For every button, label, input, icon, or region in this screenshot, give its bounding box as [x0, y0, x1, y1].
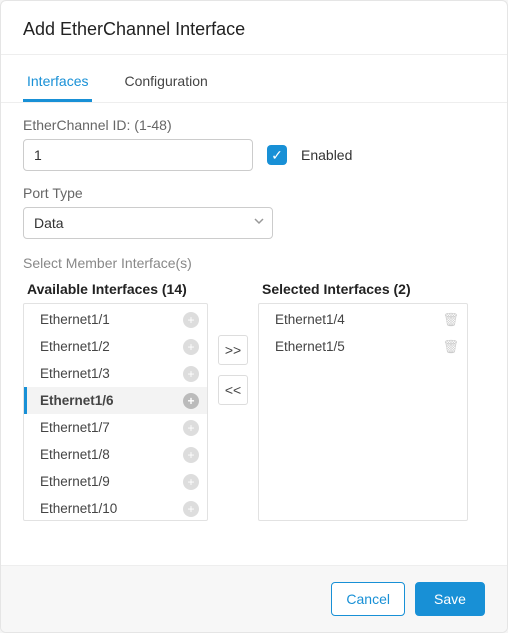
selected-title: Selected Interfaces (2)	[258, 281, 468, 297]
available-item-label: Ethernet1/1	[40, 312, 110, 327]
available-item[interactable]: Ethernet1/10 +	[24, 495, 207, 520]
dialog-title: Add EtherChannel Interface	[1, 1, 507, 55]
save-button[interactable]: Save	[415, 582, 485, 616]
select-members-label: Select Member Interface(s)	[23, 255, 485, 271]
selected-item[interactable]: Ethernet1/5 🗑	[259, 333, 467, 360]
dual-list: Available Interfaces (14) Ethernet1/1+Et…	[23, 281, 485, 521]
etherchannel-id-input[interactable]	[23, 139, 253, 171]
dialog-footer: Cancel Save	[1, 565, 507, 632]
selected-item-label: Ethernet1/4	[275, 312, 345, 327]
move-all-left-button[interactable]: <<	[218, 375, 248, 405]
selected-column: Selected Interfaces (2) Ethernet1/4🗑Ethe…	[258, 281, 468, 521]
dialog-body: EtherChannel ID: (1-48) ✓ Enabled Port T…	[1, 103, 507, 565]
available-column: Available Interfaces (14) Ethernet1/1+Et…	[23, 281, 208, 521]
available-list[interactable]: Ethernet1/1+Ethernet1/2+Ethernet1/3+Ethe…	[24, 304, 207, 520]
available-item[interactable]: Ethernet1/7 +	[24, 414, 207, 441]
add-icon[interactable]: +	[183, 447, 199, 463]
enabled-checkbox[interactable]: ✓	[267, 145, 287, 165]
selected-item[interactable]: Ethernet1/4 🗑	[259, 306, 467, 333]
available-item[interactable]: Ethernet1/8 +	[24, 441, 207, 468]
selected-list[interactable]: Ethernet1/4 🗑 Ethernet1/5 🗑	[259, 304, 467, 520]
available-item-label: Ethernet1/8	[40, 447, 110, 462]
port-type-select[interactable]: Data	[23, 207, 273, 239]
available-item-label: Ethernet1/2	[40, 339, 110, 354]
available-item[interactable]: Ethernet1/6 +	[24, 387, 207, 414]
add-icon[interactable]: +	[183, 393, 199, 409]
move-all-right-button[interactable]: >>	[218, 335, 248, 365]
available-item[interactable]: Ethernet1/1 +	[24, 306, 207, 333]
add-icon[interactable]: +	[183, 366, 199, 382]
enabled-label: Enabled	[301, 147, 352, 163]
available-item-label: Ethernet1/7	[40, 420, 110, 435]
available-title: Available Interfaces (14)	[23, 281, 208, 297]
trash-icon[interactable]: 🗑	[442, 312, 459, 328]
available-item[interactable]: Ethernet1/9 +	[24, 468, 207, 495]
selected-item-label: Ethernet1/5	[275, 339, 345, 354]
etherchannel-id-label: EtherChannel ID: (1-48)	[23, 117, 485, 133]
add-icon[interactable]: +	[183, 420, 199, 436]
available-item[interactable]: Ethernet1/3 +	[24, 360, 207, 387]
available-item[interactable]: Ethernet1/2 +	[24, 333, 207, 360]
trash-icon[interactable]: 🗑	[442, 339, 459, 355]
port-type-label: Port Type	[23, 185, 485, 201]
add-etherchannel-dialog: Add EtherChannel Interface Interfaces Co…	[0, 0, 508, 633]
available-item-label: Ethernet1/9	[40, 474, 110, 489]
add-icon[interactable]: +	[183, 501, 199, 517]
available-list-box: Ethernet1/1+Ethernet1/2+Ethernet1/3+Ethe…	[23, 303, 208, 521]
available-item-label: Ethernet1/10	[40, 501, 117, 516]
available-item-label: Ethernet1/6	[40, 393, 114, 408]
selected-list-box: Ethernet1/4 🗑 Ethernet1/5 🗑	[258, 303, 468, 521]
available-item-label: Ethernet1/3	[40, 366, 110, 381]
cancel-button[interactable]: Cancel	[331, 582, 405, 616]
tab-configuration[interactable]: Configuration	[120, 61, 211, 102]
port-type-value: Data	[34, 215, 64, 231]
check-icon: ✓	[271, 147, 283, 164]
add-icon[interactable]: +	[183, 474, 199, 490]
add-icon[interactable]: +	[183, 339, 199, 355]
tab-interfaces[interactable]: Interfaces	[23, 61, 92, 102]
move-buttons: >> <<	[218, 335, 248, 405]
tabs: Interfaces Configuration	[1, 61, 507, 103]
add-icon[interactable]: +	[183, 312, 199, 328]
